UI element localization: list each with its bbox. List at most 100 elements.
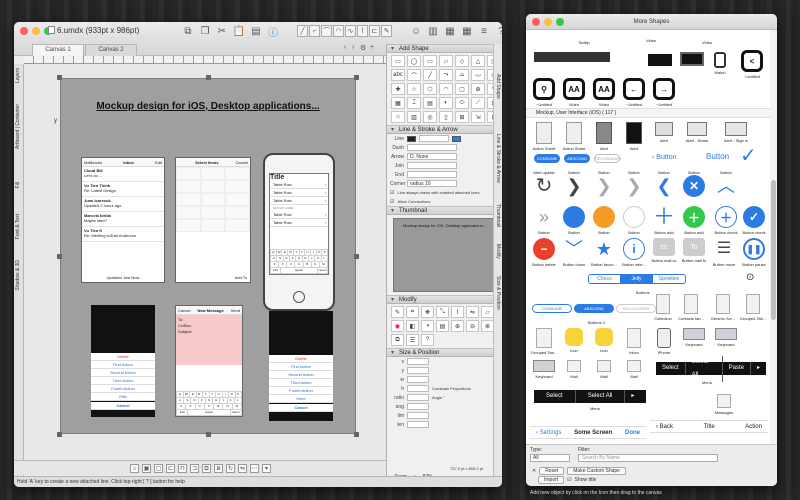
shape-item[interactable]: ＋ Button check xyxy=(712,206,740,235)
minimize-window-button[interactable] xyxy=(32,27,40,35)
line-tool-arc-icon[interactable]: ◠ xyxy=(333,25,344,37)
shape-item[interactable]: iPhone xyxy=(650,328,678,355)
shape-item[interactable]: Alert update ↻ xyxy=(530,170,558,199)
flip-icon[interactable]: ⇋ xyxy=(238,463,247,473)
shape-item[interactable]: ☰ Button move xyxy=(710,238,738,267)
lock-icon[interactable]: ⌂ xyxy=(130,463,139,473)
shape-tool-3-icon[interactable]: ▱ xyxy=(439,55,453,67)
rotate-icon[interactable]: ↻ xyxy=(226,463,235,473)
make-custom-shape-button[interactable]: Make Custom Shape xyxy=(567,467,626,475)
canvas-area[interactable]: y x Mockup design for iOS, Desktop appli… xyxy=(24,64,386,460)
shape-item[interactable]: − Button delete xyxy=(530,238,558,267)
zoom-window-button[interactable] xyxy=(556,18,564,26)
copy-icon[interactable]: ❐ xyxy=(199,25,211,37)
shape-tool-33-icon[interactable]: ⇲ xyxy=(471,111,485,123)
align-right-icon[interactable]: ⊐ xyxy=(190,463,199,473)
text-button-shape[interactable]: Button xyxy=(706,152,729,161)
left-tab-artboard[interactable]: Artboard | Container xyxy=(15,104,21,149)
move-icon[interactable]: ✥ xyxy=(421,306,434,318)
line-tool-bezier-icon[interactable]: ∿ xyxy=(345,25,356,37)
line-tool-zigzag-icon[interactable]: ⌇ xyxy=(357,25,368,37)
gradient-icon[interactable]: ▤ xyxy=(436,320,449,332)
line-stroke-header[interactable]: Line & Stroke & Arrow xyxy=(387,125,502,134)
shape-item[interactable]: ⚲ ~Untitled xyxy=(530,78,558,107)
question-icon[interactable]: ? xyxy=(421,334,434,346)
shape-item[interactable]: » Button xyxy=(530,206,558,235)
abscond-button-shape[interactable]: ABSCOND xyxy=(564,154,590,163)
shape-tool-4-icon[interactable]: ◇ xyxy=(455,55,469,67)
tab-scroll-left-icon[interactable]: ‹ xyxy=(344,44,346,51)
shape-item[interactable]: Button ✕ xyxy=(680,170,708,199)
warp-icon[interactable]: ⌇ xyxy=(451,306,464,318)
shape-tool-0-icon[interactable]: ▭ xyxy=(391,55,405,67)
more-icon[interactable]: ▾ xyxy=(262,463,271,473)
shape-item[interactable]: Keyboard xyxy=(680,328,708,347)
shape-item[interactable]: Alert - Share xyxy=(680,122,714,143)
paste-icon[interactable]: 📋 xyxy=(233,25,245,37)
stack-icon[interactable]: ≡ xyxy=(478,25,490,37)
align-left-icon[interactable]: ⊏ xyxy=(166,463,175,473)
shape-item[interactable]: Generic Scr... xyxy=(708,294,738,321)
shape-tool-18-icon[interactable]: ▢ xyxy=(455,83,469,95)
close-window-button[interactable] xyxy=(532,18,540,26)
bring-front-icon[interactable]: ⧉ xyxy=(202,463,211,473)
subtract-icon[interactable]: ⊖ xyxy=(466,320,479,332)
shape-item[interactable]: Messages xyxy=(712,394,736,415)
line-color-swatch[interactable] xyxy=(407,135,416,142)
ratio-field[interactable] xyxy=(407,394,429,401)
shape-tool-7-icon[interactable]: abc xyxy=(391,69,405,81)
shape-item[interactable]: Grouped Tab... xyxy=(738,294,768,321)
end-select[interactable] xyxy=(407,171,457,178)
add-canvas-icon[interactable]: + xyxy=(370,44,374,51)
x-field[interactable] xyxy=(407,358,429,365)
shape-tool-29-icon[interactable]: ▥ xyxy=(407,111,421,123)
shape-item[interactable]: Button ︿ xyxy=(712,170,740,199)
right-tab-line-stroke[interactable]: Line & Stroke & Arrow xyxy=(495,134,501,183)
union-icon[interactable]: ⊕ xyxy=(451,320,464,332)
shape-item[interactable]: Button ❯ xyxy=(620,170,648,199)
shape-video-dark[interactable] xyxy=(648,54,672,66)
selection-handle[interactable] xyxy=(354,75,359,80)
send-back-icon[interactable]: ⧈ xyxy=(214,463,223,473)
help-icon[interactable]: ? xyxy=(495,25,502,37)
line-style-swatch[interactable] xyxy=(452,135,461,142)
h-field[interactable] xyxy=(407,385,429,392)
shape-item[interactable]: Button ❯ xyxy=(560,170,588,199)
clipboard-icon[interactable]: ▤ xyxy=(250,25,262,37)
shape-item[interactable]: Alert xyxy=(590,122,618,151)
grid-view-icon[interactable]: ▦ xyxy=(461,25,473,37)
tab-canvas-1[interactable]: Canvas 1 xyxy=(32,44,84,56)
line-width-field[interactable] xyxy=(419,135,449,142)
selection-handle[interactable] xyxy=(57,75,62,80)
add-shape-header[interactable]: Add Shape xyxy=(387,44,502,53)
smiley-icon[interactable]: ☺ xyxy=(410,25,422,37)
action-sheet-mockup-2[interactable]: Delete First Action Second Action Third … xyxy=(269,311,333,421)
shape-tool-31-icon[interactable]: ▯ xyxy=(439,111,453,123)
arrange-icon[interactable]: ⧉ xyxy=(391,334,404,346)
fill-icon[interactable]: ◧ xyxy=(406,320,419,332)
selection-handle[interactable] xyxy=(206,432,211,437)
shape-item[interactable]: Button xyxy=(590,206,618,235)
mail-app-mockup[interactable]: Mailboxes Inbox Edit Cloud Bill Let's do ..… xyxy=(81,157,165,283)
shape-item[interactable]: AA Video xyxy=(560,78,588,107)
shape-item[interactable]: Icon xyxy=(590,328,618,353)
shape-tool-11-icon[interactable]: ⌓ xyxy=(455,69,469,81)
duplicate-icon[interactable]: ⧉ xyxy=(182,25,194,37)
shape-tool-30-icon[interactable]: ◎ xyxy=(423,111,437,123)
abscond-pill-shape[interactable]: ABSCOND xyxy=(574,304,614,313)
distribute-icon[interactable]: ⋯ xyxy=(250,463,259,473)
shape-tool-1-icon[interactable]: ◯ xyxy=(407,55,421,67)
shape-item[interactable]: Action Sheet xyxy=(560,122,588,151)
shape-item[interactable]: ﹀ Button down xyxy=(560,238,588,267)
checkmark-icon[interactable]: ✓ xyxy=(740,146,757,166)
shape-tool-32-icon[interactable]: ⊞ xyxy=(455,111,469,123)
pencil-icon[interactable]: ✎ xyxy=(391,306,404,318)
shape-item[interactable]: Watch xyxy=(710,52,730,75)
shape-item[interactable]: cc Button mail cc xyxy=(650,238,678,263)
angle-field[interactable] xyxy=(407,403,429,410)
shape-tool-22-icon[interactable]: ⌶ xyxy=(407,97,421,109)
arrow-select[interactable]: D. None xyxy=(407,153,457,160)
shape-item[interactable]: Button xyxy=(620,206,648,235)
artboard-title[interactable]: Mockup design for iOS, Desktop applicati… xyxy=(61,101,355,112)
checkbox-icon[interactable]: ☑ xyxy=(390,190,394,196)
